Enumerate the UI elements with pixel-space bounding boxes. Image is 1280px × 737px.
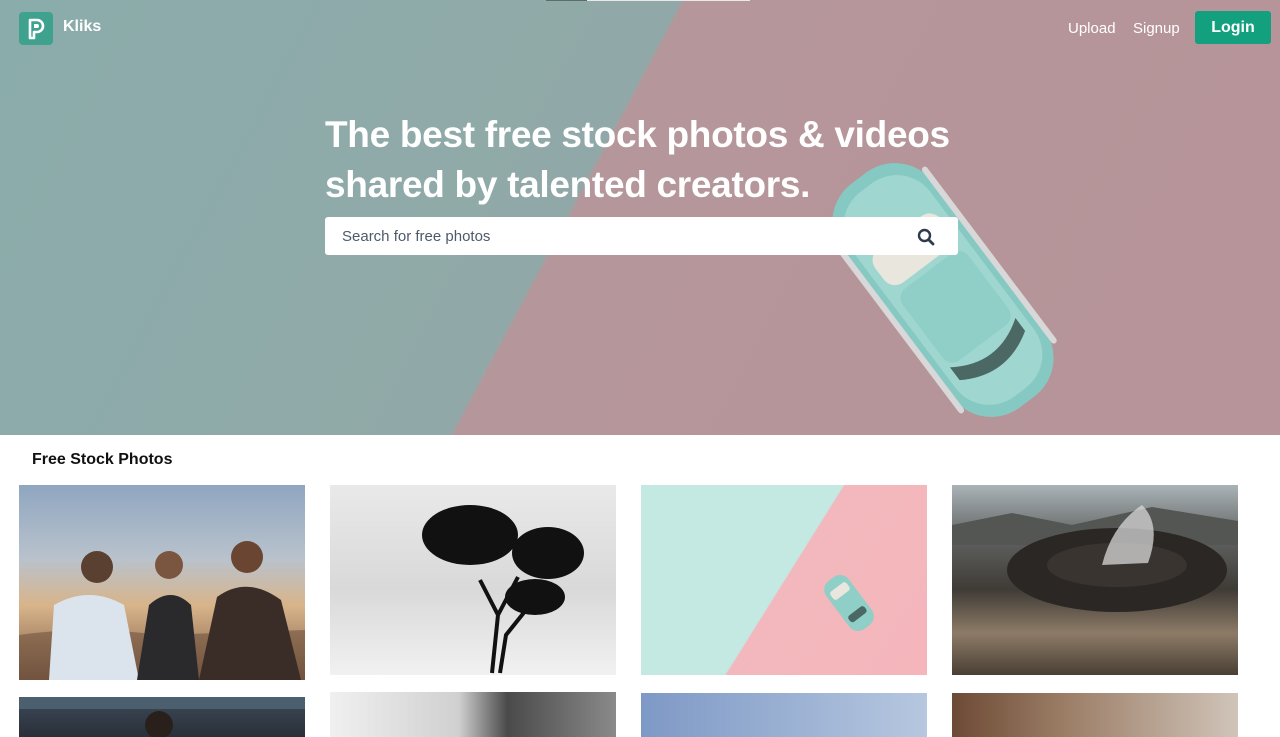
bokeh-forest-photo[interactable] [952,693,1238,737]
signup-link[interactable]: Signup [1133,20,1180,37]
hero-title-line-1: The best free stock photos & videos [325,114,950,155]
loading-bar-progress [546,0,587,1]
login-button[interactable]: Login [1195,11,1271,44]
toy-car-pastel-photo[interactable] [641,485,927,675]
hero-title-line-2: shared by talented creators. [325,164,811,205]
tree-silhouette-photo[interactable] [330,485,616,675]
p-logo-icon[interactable] [19,12,53,45]
blurred-building-photo[interactable] [330,692,616,737]
search-icon[interactable] [915,226,937,248]
three-men-talking-photo[interactable] [19,485,305,680]
search-input[interactable] [325,217,915,255]
section-title: Free Stock Photos [32,451,173,468]
hero-banner: Kliks Upload Signup Login The best free … [0,0,1280,435]
blue-sky-photo[interactable] [641,693,927,737]
hero-title: The best free stock photos & videos shar… [325,110,1025,210]
search-bar [325,217,958,255]
man-in-bookstore-photo[interactable] [19,697,305,737]
volcano-crater-photo[interactable] [952,485,1238,675]
loading-bar [546,0,750,1]
brand-name[interactable]: Kliks [63,18,101,36]
upload-link[interactable]: Upload [1068,20,1116,37]
